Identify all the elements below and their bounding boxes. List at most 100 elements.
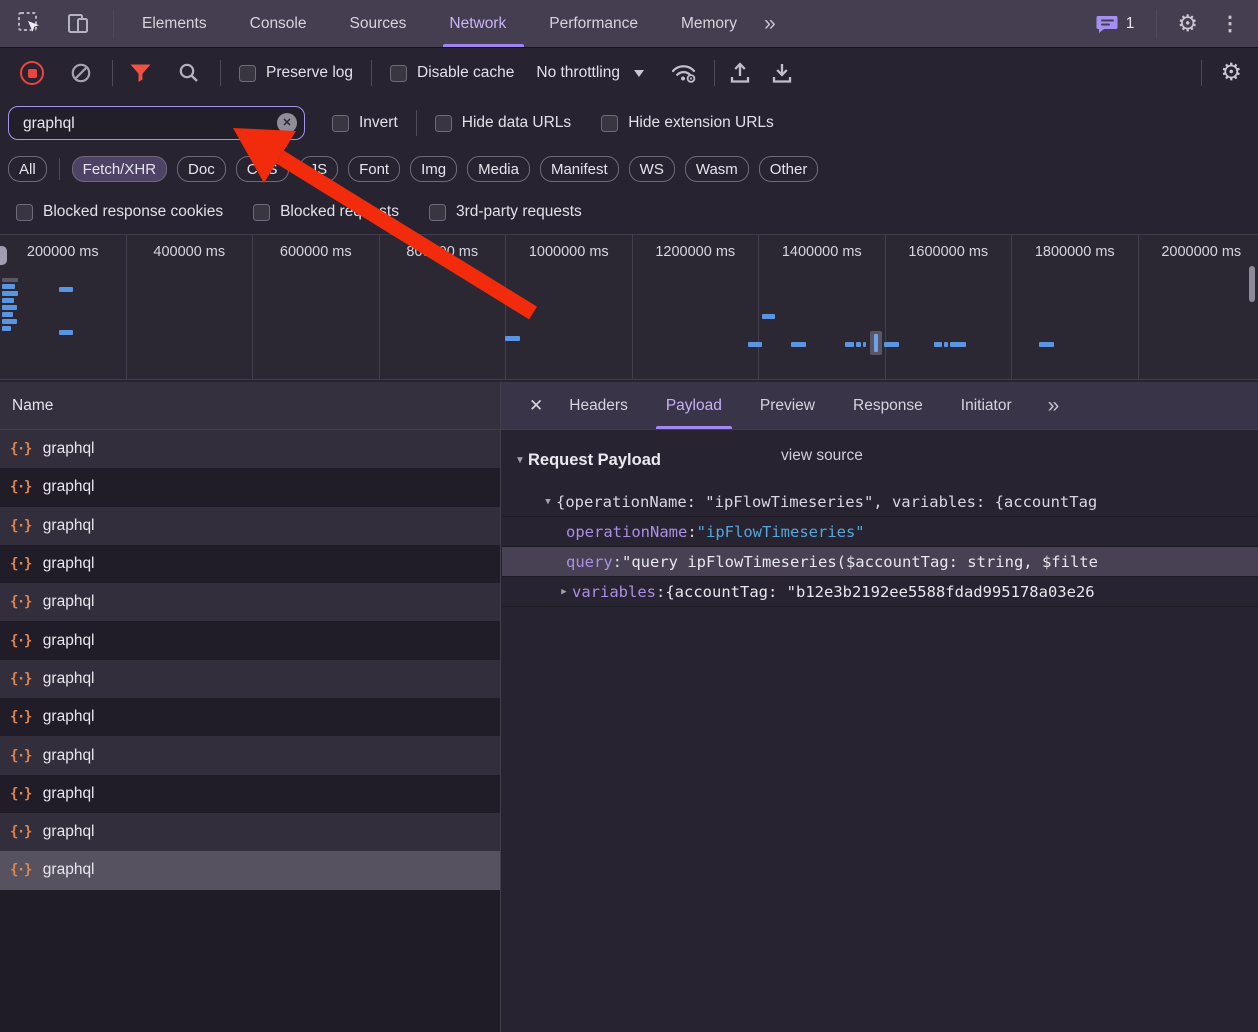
issues-count[interactable]: 1: [1126, 15, 1135, 33]
device-toolbar-icon[interactable]: [65, 12, 91, 36]
devtools-main-tabbar: Elements Console Sources Network Performance…: [0, 0, 1258, 48]
clear-network-log-icon[interactable]: [70, 62, 92, 84]
close-icon[interactable]: ✕: [529, 396, 543, 416]
blocked-requests-checkbox[interactable]: Blocked requests: [253, 203, 399, 221]
hide-extension-urls-label: Hide extension URLs: [628, 114, 774, 132]
tab-elements[interactable]: Elements: [142, 1, 207, 47]
network-conditions-icon[interactable]: [670, 61, 698, 85]
checkbox[interactable]: [239, 65, 256, 82]
request-row[interactable]: {·}graphql: [0, 468, 500, 506]
tab-memory[interactable]: Memory: [681, 1, 737, 47]
filter-chip-wasm[interactable]: Wasm: [685, 156, 749, 182]
toolbar-divider: [1201, 60, 1202, 86]
checkbox[interactable]: [601, 115, 618, 132]
checkbox[interactable]: [253, 204, 270, 221]
payload-text-segment: "ipFlowTimeseries": [697, 517, 865, 547]
disable-cache-checkbox[interactable]: Disable cache: [390, 64, 514, 82]
payload-tree-row[interactable]: ▼{operationName: "ipFlowTimeseries", var…: [502, 487, 1258, 517]
timeline-scrollbar-thumb[interactable]: [1249, 266, 1255, 302]
filter-chip-manifest[interactable]: Manifest: [540, 156, 619, 182]
timeline-left-handle[interactable]: [0, 246, 7, 265]
toolbar-divider: [714, 60, 715, 86]
hide-data-urls-checkbox[interactable]: Hide data URLs: [435, 114, 571, 132]
record-network-log-button[interactable]: [20, 61, 44, 85]
clear-filter-icon[interactable]: ✕: [277, 113, 297, 133]
invert-checkbox[interactable]: Invert: [332, 114, 398, 132]
view-source-link[interactable]: view source: [781, 447, 863, 465]
payload-tree-row[interactable]: operationName: "ipFlowTimeseries": [502, 517, 1258, 547]
toolbar-divider: [416, 110, 417, 136]
settings-gear-icon[interactable]: ⚙: [1177, 12, 1198, 35]
tab-console[interactable]: Console: [250, 1, 307, 47]
request-row[interactable]: {·}graphql: [0, 851, 500, 889]
network-settings-gear-icon[interactable]: ⚙: [1220, 61, 1242, 85]
request-row[interactable]: {·}graphql: [0, 813, 500, 851]
expand-triangle-icon[interactable]: ▼: [540, 487, 556, 517]
payload-tree-row[interactable]: query: "query ipFlowTimeseries($accountT…: [502, 547, 1258, 577]
filter-chip-fetch-xhr[interactable]: Fetch/XHR: [72, 156, 167, 182]
inspect-element-icon[interactable]: [16, 10, 43, 37]
waterfall-bar: [1039, 342, 1054, 347]
network-overview-timeline[interactable]: 200000 ms400000 ms600000 ms800000 ms1000…: [0, 234, 1258, 380]
filter-chip-ws[interactable]: WS: [629, 156, 675, 182]
request-name: graphql: [43, 747, 95, 765]
kebab-menu-icon[interactable]: ⋮: [1220, 11, 1240, 36]
collapse-triangle-icon[interactable]: ▶: [556, 577, 572, 607]
filter-chip-doc[interactable]: Doc: [177, 156, 226, 182]
issues-icon[interactable]: [1096, 14, 1119, 34]
request-list: {·}graphql{·}graphql{·}graphql{·}graphql…: [0, 430, 501, 1032]
blocked-filters-row: Blocked response cookies Blocked requests…: [0, 190, 1258, 234]
toolbar-divider: [1156, 10, 1157, 38]
request-row[interactable]: {·}graphql: [0, 583, 500, 621]
filter-chip-js[interactable]: JS: [299, 156, 339, 182]
hide-data-urls-label: Hide data URLs: [462, 114, 571, 132]
checkbox[interactable]: [435, 115, 452, 132]
filter-input[interactable]: [21, 107, 275, 140]
request-row[interactable]: {·}graphql: [0, 507, 500, 545]
request-row[interactable]: {·}graphql: [0, 698, 500, 736]
tab-performance[interactable]: Performance: [549, 1, 638, 47]
request-row[interactable]: {·}graphql: [0, 660, 500, 698]
filter-chip-all[interactable]: All: [8, 156, 47, 182]
name-column-header[interactable]: Name: [0, 382, 501, 430]
more-detail-tabs-icon[interactable]: »: [1048, 394, 1058, 418]
payload-tree-row[interactable]: ▶variables: {accountTag: "b12e3b2192ee55…: [502, 577, 1258, 607]
search-icon[interactable]: [178, 62, 200, 84]
export-har-icon[interactable]: [771, 61, 793, 85]
json-request-icon: {·}: [10, 709, 31, 725]
hide-extension-urls-checkbox[interactable]: Hide extension URLs: [601, 114, 774, 132]
request-name: graphql: [43, 632, 95, 650]
checkbox[interactable]: [16, 204, 33, 221]
request-row[interactable]: {·}graphql: [0, 775, 500, 813]
checkbox[interactable]: [429, 204, 446, 221]
tab-network[interactable]: Network: [449, 1, 506, 47]
blocked-response-cookies-checkbox[interactable]: Blocked response cookies: [16, 203, 223, 221]
checkbox[interactable]: [390, 65, 407, 82]
filter-chip-other[interactable]: Other: [759, 156, 819, 182]
throttling-dropdown[interactable]: No throttling: [536, 64, 644, 82]
filter-funnel-icon[interactable]: [129, 63, 152, 83]
checkbox[interactable]: [332, 115, 349, 132]
payload-text-segment: {operationName: "ipFlowTimeseries", vari…: [556, 487, 1097, 517]
request-row[interactable]: {·}graphql: [0, 621, 500, 659]
more-tabs-icon[interactable]: »: [764, 12, 774, 36]
detail-tab-headers[interactable]: Headers: [569, 382, 628, 429]
filter-chip-font[interactable]: Font: [348, 156, 400, 182]
detail-tab-initiator[interactable]: Initiator: [961, 382, 1012, 429]
tab-sources[interactable]: Sources: [350, 1, 407, 47]
filter-chip-media[interactable]: Media: [467, 156, 530, 182]
collapse-triangle-icon[interactable]: ▼: [512, 455, 528, 466]
json-request-icon: {·}: [10, 556, 31, 572]
3rd-party-requests-checkbox[interactable]: 3rd-party requests: [429, 203, 582, 221]
request-row[interactable]: {·}graphql: [0, 545, 500, 583]
preserve-log-checkbox[interactable]: Preserve log: [239, 64, 353, 82]
detail-tab-preview[interactable]: Preview: [760, 382, 815, 429]
import-har-icon[interactable]: [729, 61, 751, 85]
request-row[interactable]: {·}graphql: [0, 736, 500, 774]
request-row[interactable]: {·}graphql: [0, 430, 500, 468]
filter-chip-css[interactable]: CSS: [236, 156, 289, 182]
preserve-log-label: Preserve log: [266, 64, 353, 82]
detail-tab-response[interactable]: Response: [853, 382, 923, 429]
filter-chip-img[interactable]: Img: [410, 156, 457, 182]
detail-tab-payload[interactable]: Payload: [666, 382, 722, 429]
